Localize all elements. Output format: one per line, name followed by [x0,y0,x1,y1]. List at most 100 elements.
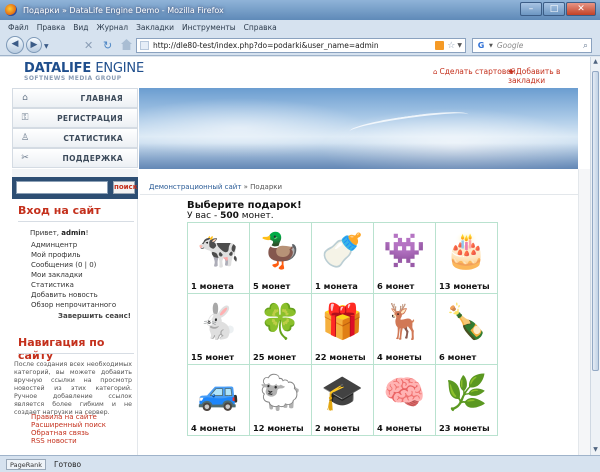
gift-card[interactable]: 🍼 1 монета [311,222,374,294]
google-icon[interactable]: G [476,41,486,51]
scroll-down-icon[interactable]: ▼ [591,445,600,455]
stop-icon[interactable]: ✕ [84,39,93,52]
user-menu-admin[interactable]: Админцентр [31,240,116,250]
user-menu-profile[interactable]: Мой профиль [31,250,116,260]
champagne-icon[interactable]: 🍾 [442,299,492,345]
logout-link[interactable]: Завершить сеанс! [58,312,131,320]
jeep-icon[interactable]: 🚙 [194,370,244,416]
user-menu-bookmarks[interactable]: Мои закладки [31,270,116,280]
gift-card[interactable]: 🐄 1 монета [187,222,250,294]
gift-card[interactable]: 🦆 5 монет [249,222,312,294]
status-bar: PageRank Готово [0,455,600,472]
home-icon[interactable] [121,39,132,50]
gift-card[interactable]: 🚙 4 монеты [187,364,250,436]
cake-icon[interactable]: 🎂 [442,228,492,274]
monster-icon[interactable]: 👾 [380,228,430,274]
nav-item-register[interactable]: ⚿ РЕГИСТРАЦИЯ [12,108,138,128]
bookmark-link-icon: ✚ [508,68,514,76]
gift-card[interactable]: 🎓 2 монеты [311,364,374,436]
gift-card[interactable]: 🍾 6 монет [435,293,498,365]
header-banner [139,88,578,169]
gift-price: 15 монет [191,352,235,362]
user-menu-unread[interactable]: Обзор непрочитанного [31,300,116,310]
close-button[interactable]: ✕ [566,2,596,16]
menu-view[interactable]: Вид [73,23,88,32]
gift-card[interactable]: 🐑 12 монеты [249,364,312,436]
make-homepage-link[interactable]: ⌂ Сделать стартовой [433,67,516,76]
make-homepage-label[interactable]: Сделать стартовой [439,67,515,76]
rabbit-icon[interactable]: 🐇 [194,299,244,345]
menu-history[interactable]: Журнал [97,23,129,32]
rss-icon[interactable] [435,41,445,50]
gift-card[interactable]: 🍀 25 монет [249,293,312,365]
url-dropdown-icon[interactable]: ▼ [457,42,462,49]
gift-card[interactable]: 🎂 13 монеты [435,222,498,294]
gift-price: 6 монет [439,352,477,362]
site-nav-link-search[interactable]: Расширенный поиск [31,421,106,429]
maximize-button[interactable]: □ [543,2,565,16]
site-nav-link-rules[interactable]: Правила на сайте [31,413,106,421]
balance-value: 500 [220,211,239,221]
site-nav-link-feedback[interactable]: Обратная связь [31,429,106,437]
logo-subtitle: SOFTNEWS MEDIA GROUP [24,75,122,82]
scroll-up-icon[interactable]: ▲ [591,57,600,67]
gift-card[interactable]: 👾 6 монет [373,222,436,294]
gift-card[interactable]: 🧠 4 монеты [373,364,436,436]
back-button[interactable]: ◀ [6,36,24,54]
history-dropdown-icon[interactable]: ▼ [44,43,49,50]
gift-price: 4 монеты [377,352,422,362]
user-menu-stats[interactable]: Статистика [31,280,116,290]
search-placeholder[interactable]: Google [497,41,583,50]
bookmark-star-icon[interactable]: ☆ [447,41,455,51]
address-bar[interactable]: http://dle80-test/index.php?do=podarki&u… [136,38,466,53]
magnifier-icon[interactable]: ⌕ [583,41,588,51]
gift-card[interactable]: 🌿 23 монеты [435,364,498,436]
graduation-cap-icon[interactable]: 🎓 [318,370,368,416]
gift-price: 23 монеты [439,423,490,433]
reload-icon[interactable]: ↻ [103,39,112,52]
duck-icon[interactable]: 🦆 [256,228,306,274]
divider [140,194,578,195]
menu-help[interactable]: Справка [244,23,277,32]
nav-item-statistics[interactable]: ♙ СТАТИСТИКА [12,128,138,148]
menu-edit[interactable]: Правка [37,23,66,32]
gift-card[interactable]: 🐇 15 монет [187,293,250,365]
forward-button[interactable]: ▶ [26,37,42,53]
menu-bookmarks[interactable]: Закладки [136,23,174,32]
leprechaun-icon[interactable]: 🍀 [256,299,306,345]
scroll-thumb[interactable] [592,71,599,371]
cow-icon[interactable]: 🐄 [194,228,244,274]
gift-card[interactable]: 🎁 22 монеты [311,293,374,365]
site-nav-title: Навигация по сайту [18,336,105,362]
menu-file[interactable]: Файл [8,23,29,32]
plant-icon[interactable]: 🌿 [442,370,492,416]
gift-price: 6 монет [377,281,415,291]
nav-item-home[interactable]: ⌂ ГЛАВНАЯ [12,88,138,108]
nav-item-support[interactable]: ✂ ПОДДЕРЖКА [12,148,138,168]
search-engine-dropdown-icon[interactable]: ▼ [489,43,493,49]
sheep-icon[interactable]: 🐑 [256,370,306,416]
gift-card[interactable]: 🦌 4 монеты [373,293,436,365]
breadcrumb-site-link[interactable]: Демонстрационный сайт [149,183,241,191]
site-logo[interactable]: DATALIFE ENGINE SOFTNEWS MEDIA GROUP [24,61,144,82]
add-bookmark-link[interactable]: ✚ Добавить в закладки [508,67,590,85]
user-menu-messages[interactable]: Сообщения (0 | 0) [31,260,116,270]
home-icon: ⌂ [22,93,28,103]
url-text[interactable]: http://dle80-test/index.php?do=podarki&u… [153,41,435,50]
search-bar[interactable]: G ▼ Google ⌕ [472,38,592,53]
gift-box-icon[interactable]: 🎁 [318,299,368,345]
brain-icon[interactable]: 🧠 [380,370,430,416]
site-search-button[interactable]: поиск [113,181,137,194]
menu-tools[interactable]: Инструменты [182,23,236,32]
user-menu-add-news[interactable]: Добавить новость [31,290,116,300]
add-bookmark-label[interactable]: Добавить в закладки [508,67,560,85]
vertical-scrollbar[interactable]: ▲ ▼ [590,57,600,455]
minimize-button[interactable]: – [520,2,542,16]
nav-item-label: ГЛАВНАЯ [80,93,123,103]
pacifier-icon[interactable]: 🍼 [318,228,368,274]
site-search-input[interactable] [16,181,108,194]
pagerank-badge[interactable]: PageRank [6,458,46,470]
site-nav-link-rss[interactable]: RSS новости [31,437,106,445]
fawn-icon[interactable]: 🦌 [380,299,430,345]
gifts-title: Выберите подарок! [187,200,302,211]
